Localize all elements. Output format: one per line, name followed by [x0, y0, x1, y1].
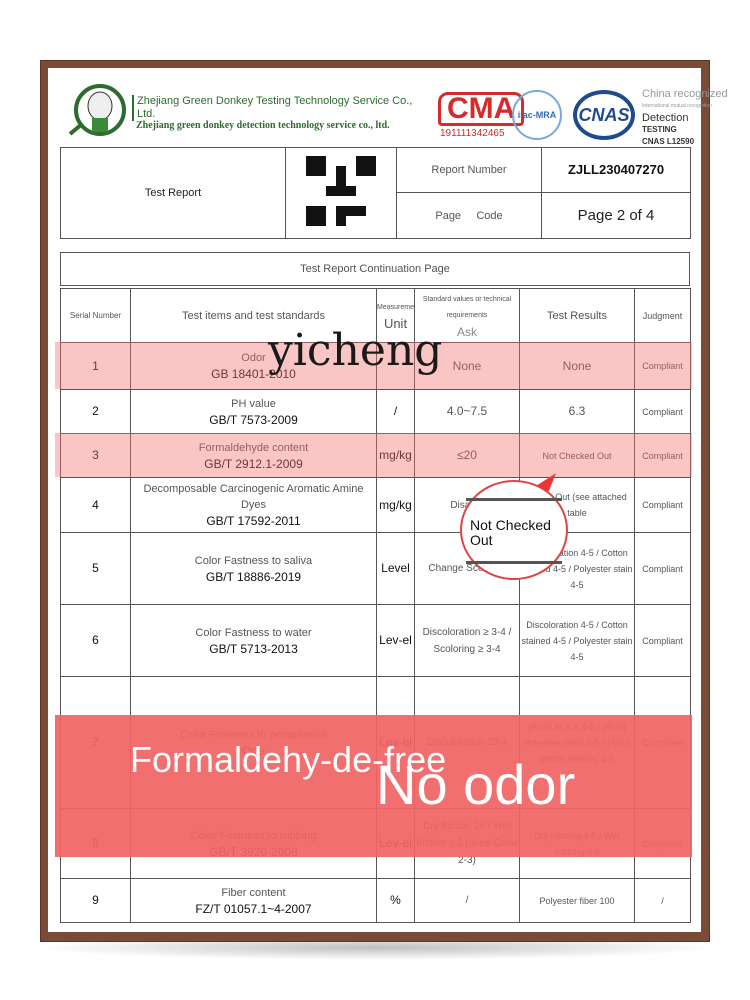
table-row: 6 Color Fastness to water GB/T 5713-2013 Le…	[60, 604, 691, 677]
test-standard: GB/T 17592-2011	[206, 514, 301, 528]
yicheng-watermark: yicheng	[268, 325, 443, 376]
ilac-logo: ilac-MRA	[512, 90, 562, 140]
continuation-header: Test Report Continuation Page	[60, 252, 690, 286]
col-measure: Measurement	[377, 303, 414, 311]
table-row: 9 Fiber content FZ/T 01057.1~4-2007% / Polye…	[60, 878, 691, 923]
donkey-logo-icon	[68, 84, 126, 136]
qr-code-icon	[306, 155, 376, 226]
test-standard: GB/T 18886-2019	[205, 569, 302, 584]
requirement: /	[465, 895, 469, 906]
test-standard: GB/T 7573-2009	[209, 412, 298, 427]
recog-line: International mutual recognition	[642, 103, 712, 109]
recog-line: TESTING	[642, 125, 677, 134]
test-standard: GB/T 5713-2013	[209, 641, 298, 656]
judgment: Compliant	[642, 500, 683, 510]
cnas-logo: CNAS	[573, 90, 635, 140]
table-row: 5 Color Fastness to saliva GB/T 18886-2019…	[60, 532, 691, 605]
promo-banner	[55, 715, 692, 857]
test-item: Fiber content	[221, 886, 286, 899]
test-result: Polyester fiber 100	[539, 895, 615, 906]
cma-number: 191111342465	[440, 128, 505, 139]
test-item: Decomposable Carcinogenic Aromatic Amine…	[143, 483, 364, 511]
serial-number: 6	[92, 633, 99, 647]
judgment: Compliant	[642, 635, 683, 646]
code-label: Code	[476, 209, 503, 222]
table-row: 4 Decomposable Carcinogenic Aromatic Amin…	[60, 477, 691, 533]
recog-line: China recognized	[642, 88, 728, 100]
report-header-table: Test Report Report Number ZJLL230407270 …	[60, 147, 691, 239]
magnifier-callout: Not Checked Out	[460, 480, 568, 580]
company-name-secondary: Zhejiang green donkey detection technolo…	[136, 120, 390, 131]
recognition-text: China recognized International mutual re…	[642, 88, 728, 148]
judgment: Compliant	[642, 406, 683, 417]
company-name: Zhejiang Green Donkey Testing Technology…	[132, 95, 422, 121]
requirement: 4.0~7.5	[446, 404, 488, 418]
continuation-title: Test Report Continuation Page	[60, 252, 690, 286]
report-number: ZJLL230407270	[541, 147, 691, 193]
qr-code[interactable]	[285, 147, 397, 239]
serial-number: 9	[92, 893, 99, 907]
serial-number: 5	[92, 561, 99, 575]
cma-logo: CMA	[438, 92, 525, 126]
test-item: PH value	[231, 397, 276, 410]
unit: %	[390, 893, 401, 907]
col-standard-label: Standard values or technical requirement…	[422, 295, 512, 319]
judgment: Compliant	[642, 563, 683, 574]
col-judgment: Judgment	[634, 288, 691, 343]
unit: Lev-el	[379, 633, 412, 647]
test-result: Discoloration 4-5 / Cotton stained 4-5 /…	[521, 619, 633, 662]
test-result: 6.3	[568, 404, 586, 418]
page-code-label: Page Code	[396, 192, 542, 239]
unit: /	[393, 404, 398, 418]
col-serial: Serial Number	[60, 288, 131, 343]
test-item: Color Fastness to saliva	[194, 554, 313, 567]
report-number-label: Report Number	[396, 147, 542, 193]
test-standard: FZ/T 01057.1~4-2007	[195, 901, 312, 916]
serial-number: 2	[92, 404, 99, 418]
unit: Level	[381, 561, 410, 575]
recog-line: Detection	[642, 112, 689, 124]
report-title: Test Report	[60, 147, 286, 239]
table-row: 2 PH value GB/T 7573-2009 / 4.0~7.5 6.3 Compli…	[60, 389, 691, 434]
requirement: Discoloration ≥ 3-4 / Scoloring ≥ 3-4	[422, 626, 512, 655]
col-results: Test Results	[519, 288, 635, 343]
judgment: /	[661, 895, 664, 906]
banner-no-odor: No odor	[376, 753, 576, 816]
unit: mg/kg	[379, 497, 412, 512]
highlight-formaldehyde	[55, 433, 692, 477]
page-label: Page	[435, 209, 462, 222]
page-indicator: Page 2 of 4	[541, 192, 691, 239]
serial-number: 4	[92, 497, 99, 512]
test-item: Color Fastness to water	[195, 626, 312, 639]
